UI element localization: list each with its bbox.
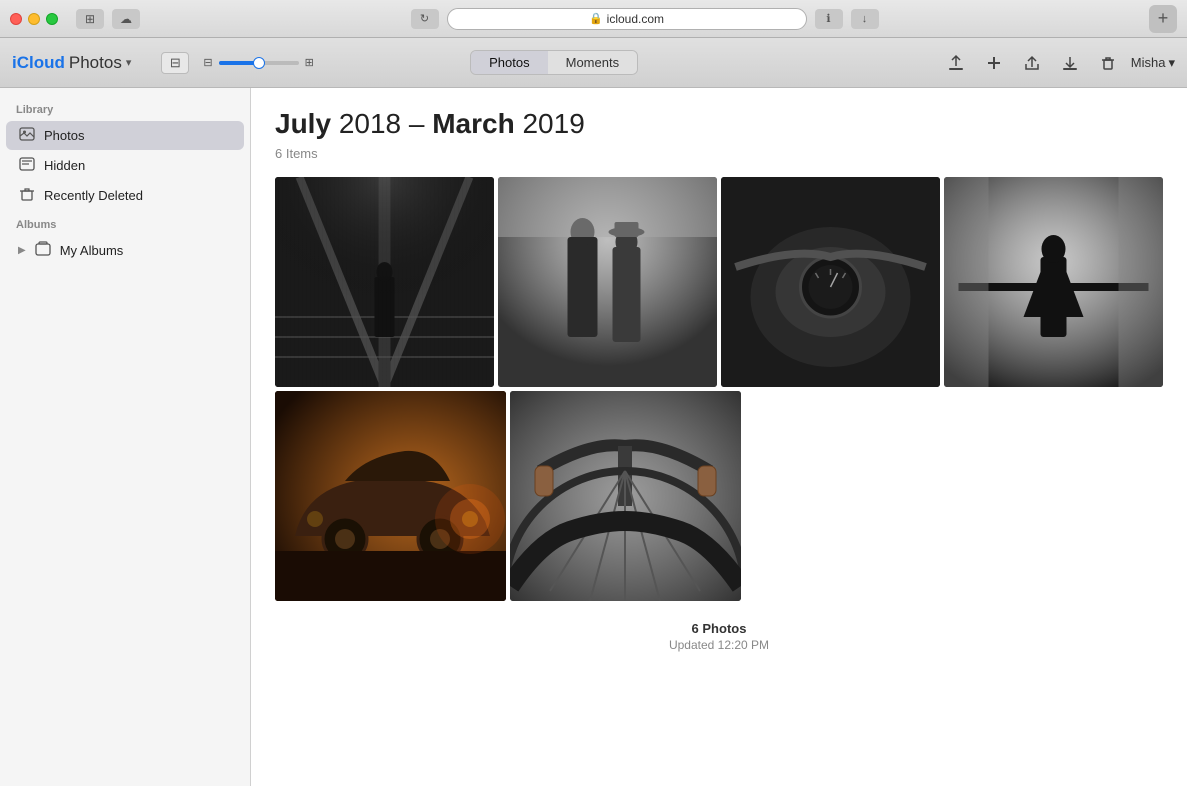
date-start-bold: July xyxy=(275,108,331,139)
logo-caret-icon[interactable]: ▾ xyxy=(126,56,132,69)
minimize-button[interactable] xyxy=(28,13,40,25)
sidebar-recently-deleted-label: Recently Deleted xyxy=(44,188,143,203)
download-photos-button[interactable] xyxy=(1055,51,1085,75)
url-bar[interactable]: 🔒 icloud.com xyxy=(447,8,807,30)
items-count: 6 Items xyxy=(275,146,1163,161)
user-caret-icon: ▾ xyxy=(1168,55,1175,71)
photo-4-image xyxy=(944,177,1163,387)
photo-5-image xyxy=(275,391,506,601)
sidebar: Library Photos Hidden Recently Deleted xyxy=(0,88,251,786)
zoom-thumb[interactable] xyxy=(253,57,265,69)
logo-photos: Photos xyxy=(69,53,122,73)
titlebar: ⊞ ☁ ↻ 🔒 icloud.com ℹ ↓ + xyxy=(0,0,1187,38)
hidden-icon xyxy=(18,156,36,175)
photos-tab[interactable]: Photos xyxy=(471,51,547,74)
trash-icon xyxy=(18,186,36,205)
footer-updated: Updated 12:20 PM xyxy=(275,638,1163,652)
new-tab-button[interactable]: + xyxy=(1149,5,1177,33)
user-name: Misha xyxy=(1131,55,1166,70)
sidebar-toggle-button[interactable]: ⊟ xyxy=(161,52,189,74)
sidebar-photos-label: Photos xyxy=(44,128,84,143)
chevron-right-icon: ▶ xyxy=(18,245,26,256)
footer-photos-count: 6 Photos xyxy=(275,621,1163,636)
photo-1[interactable] xyxy=(275,177,494,387)
sidebar-item-recently-deleted[interactable]: Recently Deleted xyxy=(6,181,244,210)
main-content: July 2018 – March 2019 6 Items xyxy=(251,88,1187,786)
photo-6-image xyxy=(510,391,741,601)
titlebar-nav-icons: ⊞ ☁ xyxy=(76,9,140,29)
add-button[interactable] xyxy=(979,51,1009,75)
delete-button[interactable] xyxy=(1093,51,1123,75)
photo-3-image xyxy=(721,177,940,387)
url-text: icloud.com xyxy=(607,12,664,26)
maximize-button[interactable] xyxy=(46,13,58,25)
photo-3[interactable] xyxy=(721,177,940,387)
photo-2[interactable] xyxy=(498,177,717,387)
zoom-slider[interactable] xyxy=(219,61,299,65)
zoom-control: ⊟ ⊞ xyxy=(203,56,313,69)
library-section-label: Library xyxy=(0,96,250,120)
zoom-in-icon[interactable]: ⊞ xyxy=(305,56,314,69)
moments-tab[interactable]: Moments xyxy=(548,51,637,74)
app-logo: iCloud Photos ▾ xyxy=(12,53,131,73)
cloud-icon[interactable]: ☁ xyxy=(112,9,140,29)
sidebar-item-hidden[interactable]: Hidden xyxy=(6,151,244,180)
sidebar-item-my-albums[interactable]: ▶ My Albums xyxy=(6,236,244,265)
toolbar-right: Misha ▾ xyxy=(941,51,1175,75)
photos-icon xyxy=(18,126,36,145)
date-year-end: 2019 xyxy=(515,108,585,139)
titlebar-center: ↻ 🔒 icloud.com ℹ ↓ xyxy=(148,8,1141,30)
date-end-bold: March xyxy=(432,108,514,139)
lock-icon: 🔒 xyxy=(589,12,603,25)
photo-row-1 xyxy=(275,177,1163,387)
zoom-out-icon[interactable]: ⊟ xyxy=(203,56,212,69)
photo-2-image xyxy=(498,177,717,387)
info-button[interactable]: ℹ xyxy=(815,9,843,29)
view-segmented-control: Photos Moments xyxy=(470,50,638,75)
photo-1-image xyxy=(275,177,494,387)
photo-5[interactable] xyxy=(275,391,506,601)
albums-section-label: Albums xyxy=(0,211,250,235)
date-year-start: 2018 – xyxy=(339,108,432,139)
app-toolbar: iCloud Photos ▾ ⊟ ⊟ ⊞ Photos Moments xyxy=(0,38,1187,88)
photo-4[interactable] xyxy=(944,177,1163,387)
photo-row-2 xyxy=(275,391,1163,601)
share-button[interactable] xyxy=(1017,51,1047,75)
upload-button[interactable] xyxy=(941,51,971,75)
download-button[interactable]: ↓ xyxy=(851,9,879,29)
traffic-lights xyxy=(10,13,58,25)
logo-icloud: iCloud xyxy=(12,53,65,73)
content-footer: 6 Photos Updated 12:20 PM xyxy=(275,621,1163,652)
sidebar-item-photos[interactable]: Photos xyxy=(6,121,244,150)
app-area: iCloud Photos ▾ ⊟ ⊟ ⊞ Photos Moments xyxy=(0,38,1187,786)
my-albums-icon xyxy=(34,241,52,260)
photo-6[interactable] xyxy=(510,391,741,601)
sidebar-hidden-label: Hidden xyxy=(44,158,85,173)
sidebar-my-albums-label: My Albums xyxy=(60,243,124,258)
main-layout: Library Photos Hidden Recently Deleted xyxy=(0,88,1187,786)
user-menu[interactable]: Misha ▾ xyxy=(1131,55,1175,71)
back-button[interactable]: ↻ xyxy=(411,9,439,29)
sidebar-icon[interactable]: ⊞ xyxy=(76,9,104,29)
close-button[interactable] xyxy=(10,13,22,25)
content-date-range: July 2018 – March 2019 xyxy=(275,108,1163,140)
